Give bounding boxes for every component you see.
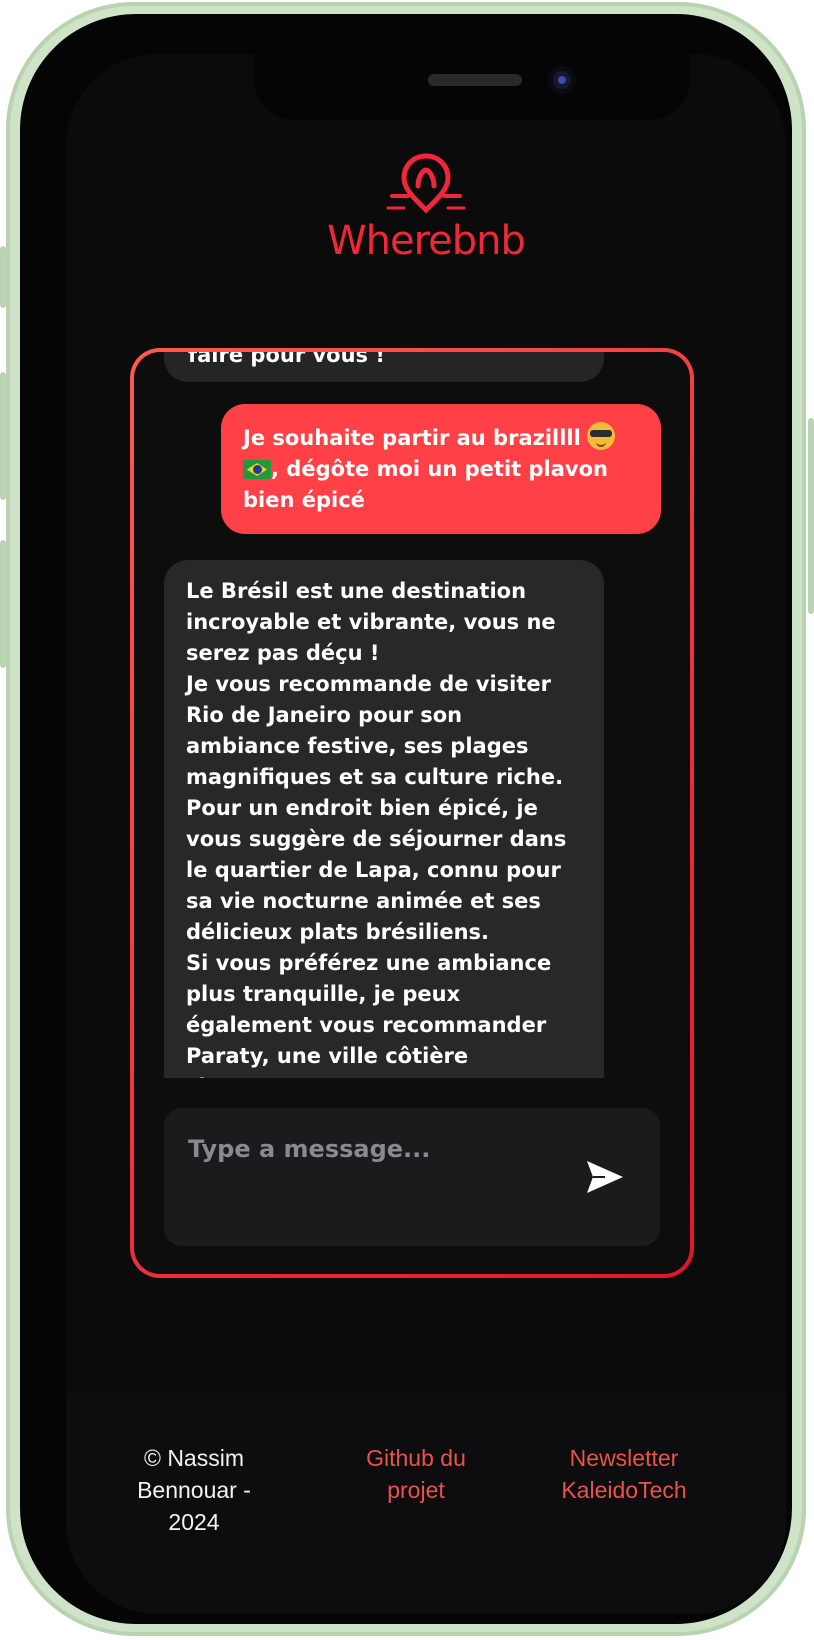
bot-message-bubble: faire pour vous ! (164, 352, 604, 382)
send-button[interactable] (580, 1156, 630, 1200)
chat-panel: faire pour vous ! Je souhaite partir au … (130, 348, 694, 1278)
phone-volume-up-button (0, 372, 6, 500)
phone-bezel: Wherebnb faire pour vous ! Je souhaite p… (20, 14, 792, 1624)
message-list[interactable]: faire pour vous ! Je souhaite partir au … (134, 352, 690, 1078)
user-message-bubble: Je souhaite partir au brazillll , dégôte… (221, 404, 661, 534)
message-input[interactable] (186, 1128, 570, 1170)
bot-message-paragraph: Le Brésil est une destination incroyable… (186, 579, 563, 665)
smiling-face-with-sunglasses-icon (586, 422, 615, 450)
brand-name: Wherebnb (327, 218, 526, 264)
brand-logo[interactable]: Wherebnb (66, 150, 786, 310)
send-icon (587, 1160, 623, 1193)
bot-message-paragraph: Je vous recommande de visiter Rio de Jan… (186, 672, 564, 789)
copyright-text: © Nassim Bennouar - 2024 (137, 1445, 251, 1535)
bot-message-text: faire pour vous ! (188, 352, 385, 367)
speaker-grille (428, 74, 522, 86)
bot-message-paragraph: Pour un endroit bien épicé, je vous sugg… (186, 796, 574, 944)
bot-message-bubble: Le Brésil est une destination incroyable… (164, 560, 604, 1078)
footer: © Nassim Bennouar - 2024 Github du proje… (66, 1394, 786, 1614)
user-message-text-continued: , dégôte moi un petit plavon bien épicé (243, 457, 608, 512)
chat-panel-inner: faire pour vous ! Je souhaite partir au … (134, 352, 690, 1274)
phone-volume-down-button (0, 540, 6, 668)
bot-message-paragraph: Si vous préférez une ambiance plus tranq… (186, 951, 552, 1078)
front-camera (548, 66, 576, 94)
message-composer (164, 1108, 660, 1246)
phone-side-button (0, 246, 6, 308)
phone-power-button (808, 418, 814, 614)
screen: Wherebnb faire pour vous ! Je souhaite p… (66, 54, 786, 1614)
github-link[interactable]: Github du projet (336, 1442, 496, 1506)
user-message-text: Je souhaite partir au brazillll (243, 426, 581, 450)
newsletter-link[interactable]: Newsletter KaleidoTech (544, 1442, 704, 1506)
notch (254, 54, 690, 120)
map-pin-icon (386, 153, 466, 214)
brazil-flag-icon (243, 460, 271, 479)
